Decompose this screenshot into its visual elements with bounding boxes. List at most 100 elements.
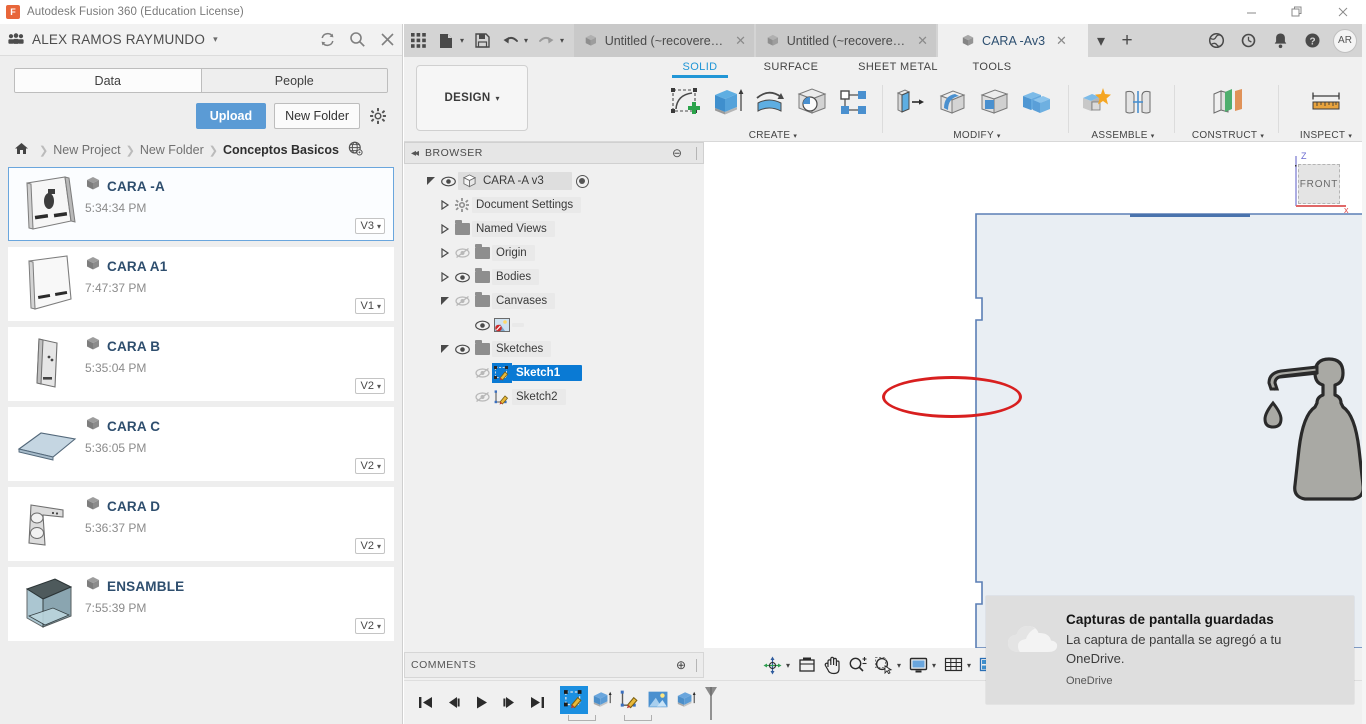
visibility-eye-icon[interactable] — [452, 344, 472, 355]
refresh-icon[interactable] — [312, 25, 342, 55]
add-comment-icon[interactable]: ⊕ — [676, 658, 686, 672]
step-forward-icon[interactable] — [496, 689, 522, 717]
close-icon[interactable]: ✕ — [917, 33, 928, 49]
list-item[interactable]: CARA A1 7:47:37 PM V1 ▾ — [8, 247, 394, 321]
panel-grip[interactable] — [696, 146, 697, 160]
chevron-down-icon[interactable]: ▾ — [897, 661, 905, 670]
timeline-feature-sketch1[interactable] — [560, 685, 596, 721]
close-button[interactable] — [1320, 0, 1366, 24]
version-badge[interactable]: V2 ▾ — [354, 378, 385, 394]
save-icon[interactable] — [468, 27, 496, 55]
revolve-icon[interactable] — [750, 82, 790, 122]
version-badge[interactable]: V2 ▾ — [354, 618, 385, 634]
grid-snap-icon[interactable] — [941, 651, 966, 679]
version-badge[interactable]: V2 ▾ — [354, 538, 385, 554]
orbit-icon[interactable] — [760, 651, 785, 679]
joint-icon[interactable] — [1118, 82, 1158, 122]
tab-tools[interactable]: TOOLS — [962, 61, 1022, 73]
look-at-icon[interactable] — [795, 651, 819, 679]
gear-icon[interactable] — [368, 106, 388, 126]
fillet-icon[interactable] — [932, 82, 972, 122]
minimize-button[interactable] — [1228, 0, 1274, 24]
press-pull-icon[interactable] — [890, 82, 930, 122]
collapse-icon[interactable]: ◂◂ — [411, 148, 419, 159]
tab-solid[interactable]: SOLID — [670, 61, 730, 73]
new-component-icon[interactable] — [1076, 82, 1116, 122]
expand-arrow-icon[interactable] — [438, 270, 452, 284]
expand-arrow-icon[interactable] — [424, 174, 438, 188]
tab-overflow-icon[interactable]: ▾ — [1088, 24, 1114, 57]
visibility-eye-off-icon[interactable] — [452, 247, 472, 259]
timeline-feature-extrude2[interactable] — [672, 686, 700, 714]
tree-item-origin[interactable]: Origin — [404, 241, 704, 265]
version-badge[interactable]: V3 ▾ — [354, 218, 385, 234]
tree-item-dfx-canvas[interactable]: Dfx . — [404, 313, 704, 337]
help-icon[interactable]: ? — [1296, 24, 1328, 57]
shell-icon[interactable] — [974, 82, 1014, 122]
close-icon[interactable]: ✕ — [735, 33, 746, 49]
comments-bar[interactable]: COMMENTS ⊕ — [404, 652, 704, 678]
expand-arrow-icon[interactable] — [438, 198, 452, 212]
expand-arrow-icon[interactable] — [438, 246, 452, 260]
create-sketch-icon[interactable] — [666, 82, 706, 122]
pan-icon[interactable] — [820, 651, 844, 679]
job-status-icon[interactable] — [1200, 24, 1232, 57]
expand-arrow-icon[interactable] — [438, 294, 452, 308]
step-back-icon[interactable] — [440, 689, 466, 717]
version-badge[interactable]: V2 ▾ — [354, 458, 385, 474]
view-cube[interactable]: Z x FRONT — [1278, 148, 1352, 218]
history-icon[interactable] — [1232, 24, 1264, 57]
group-label-inspect[interactable]: INSPECT ▾ — [1286, 130, 1366, 141]
tree-item-document-settings[interactable]: Document Settings — [404, 193, 704, 217]
list-item[interactable]: CARA D 5:36:37 PM V2 ▾ — [8, 487, 394, 561]
chevron-down-icon[interactable]: ▾ — [932, 661, 940, 670]
visibility-eye-off-icon[interactable] — [472, 367, 492, 379]
zoom-icon[interactable] — [845, 651, 870, 679]
skip-to-start-icon[interactable] — [412, 689, 438, 717]
tree-item-named-views[interactable]: Named Views — [404, 217, 704, 241]
visibility-eye-off-icon[interactable] — [472, 391, 492, 403]
3d-viewport[interactable]: Z x FRONT — [704, 142, 1366, 648]
new-folder-button[interactable]: New Folder — [274, 103, 360, 129]
panel-grip[interactable] — [696, 658, 697, 672]
play-icon[interactable] — [468, 689, 494, 717]
new-tab-button[interactable]: + — [1114, 24, 1140, 57]
combine-icon[interactable] — [1016, 82, 1056, 122]
version-badge[interactable]: V1 ▾ — [354, 298, 385, 314]
document-tab-3[interactable]: CARA -Av3 ✕ — [938, 24, 1088, 57]
chevron-down-icon[interactable]: ▾ — [556, 36, 568, 45]
tree-item-sketch2[interactable]: Sketch2 — [404, 385, 704, 409]
globe-icon[interactable] — [348, 141, 363, 159]
timeline-feature-sketch2[interactable] — [616, 686, 652, 721]
skip-to-end-icon[interactable] — [524, 689, 550, 717]
tree-item-sketches[interactable]: Sketches — [404, 337, 704, 361]
maximize-button[interactable] — [1274, 0, 1320, 24]
offset-plane-icon[interactable] — [1208, 82, 1248, 122]
timeline-feature-extrude1[interactable] — [588, 686, 616, 714]
breadcrumb-item-conceptos-basicos[interactable]: Conceptos Basicos — [223, 143, 339, 157]
breadcrumb-item-new-folder[interactable]: New Folder — [140, 143, 204, 157]
document-tab-1[interactable]: Untitled (~recovered)* ✕ — [574, 24, 754, 57]
tree-item-root[interactable]: CARA -A v3 — [404, 169, 704, 193]
document-tab-2[interactable]: Untitled (~recovered)* ✕ — [756, 24, 936, 57]
close-icon[interactable]: ✕ — [1056, 33, 1067, 49]
home-icon[interactable] — [14, 142, 29, 158]
expand-arrow-icon[interactable] — [438, 342, 452, 356]
account-name[interactable]: ALEX RAMOS RAYMUNDO — [32, 32, 205, 47]
display-settings-icon[interactable] — [906, 651, 931, 679]
workspace-selector[interactable]: DESIGN ▾ — [416, 65, 528, 131]
view-cube-front-face[interactable]: FRONT — [1298, 164, 1340, 204]
group-label-create[interactable]: CREATE ▾ — [666, 130, 880, 141]
tab-sheet-metal[interactable]: SHEET METAL — [850, 61, 946, 73]
list-item[interactable]: CARA B 5:35:04 PM V2 ▾ — [8, 327, 394, 401]
tab-people[interactable]: People — [200, 69, 387, 92]
expand-arrow-icon[interactable] — [438, 222, 452, 236]
avatar[interactable]: AR — [1333, 28, 1357, 53]
timeline-marker-icon[interactable] — [704, 686, 718, 720]
visibility-eye-off-icon[interactable] — [452, 295, 472, 307]
chevron-down-icon[interactable]: ▾ — [520, 36, 532, 45]
measure-icon[interactable] — [1306, 82, 1346, 122]
toast-notification[interactable]: Capturas de pantalla guardadas La captur… — [986, 596, 1354, 704]
search-icon[interactable] — [342, 25, 372, 55]
vertical-scrollbar[interactable] — [1362, 24, 1366, 724]
